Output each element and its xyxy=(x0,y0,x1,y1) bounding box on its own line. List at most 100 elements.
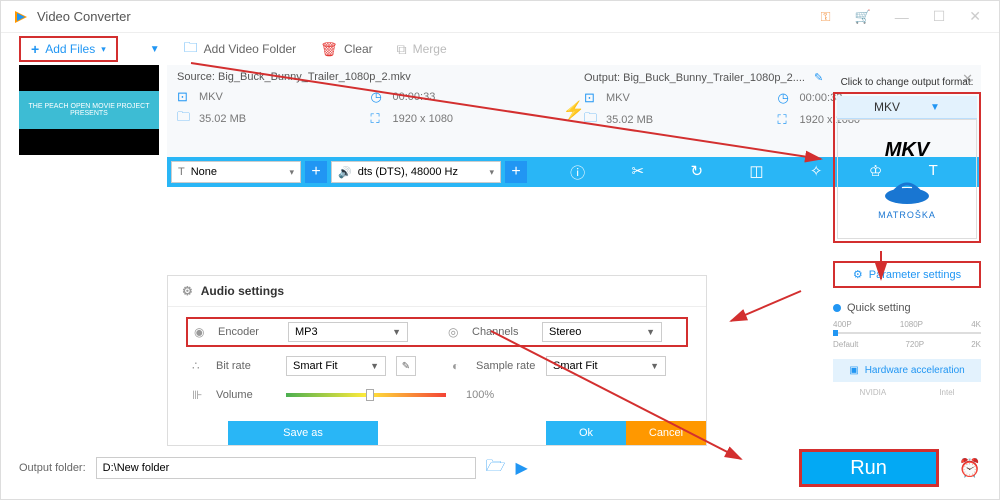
cancel-button[interactable]: Cancel xyxy=(626,421,706,445)
add-audio-button[interactable]: + xyxy=(505,161,527,183)
run-button[interactable]: Run xyxy=(799,449,939,487)
intel-badge: Intel xyxy=(939,388,954,397)
quick-ticks-top: 400P1080P4K xyxy=(833,320,981,329)
trash-icon: 🗑 xyxy=(320,41,338,58)
matroska-label: MATROŠKA xyxy=(878,210,936,220)
add-files-button[interactable]: + Add Files ▾ xyxy=(19,36,118,62)
volume-slider[interactable] xyxy=(286,393,446,397)
dropdown-arrow-icon[interactable]: ▼ xyxy=(150,44,160,55)
out-container: ⊡MKV xyxy=(584,90,778,106)
parameter-settings-button[interactable]: ⚙ Parameter settings xyxy=(833,261,981,288)
sliders-icon: ⚙ xyxy=(853,268,863,281)
subtitle-icon: T xyxy=(178,166,185,178)
add-subtitle-button[interactable]: + xyxy=(305,161,327,183)
src-size: 🗀35.02 MB xyxy=(177,108,371,130)
src-container: ⊡MKV xyxy=(177,89,371,105)
volume-icon: ⊪ xyxy=(192,388,206,402)
open-folder-icon[interactable]: ▶ xyxy=(516,458,528,478)
channels-label: Channels xyxy=(472,326,532,338)
audio-track-select[interactable]: 🔊 dts (DTS), 48000 Hz ▾ xyxy=(331,161,501,183)
audio-settings-title: Audio settings xyxy=(201,284,284,298)
edit-output-icon[interactable]: ✎ xyxy=(814,72,823,84)
samplerate-select[interactable]: Smart Fit▼ xyxy=(546,356,666,376)
format-dropdown[interactable]: MKV ▼ xyxy=(837,96,977,119)
volume-label: Volume xyxy=(216,389,276,401)
schedule-icon[interactable]: ⏰ xyxy=(959,458,981,479)
gpu-chips: NVIDIA Intel xyxy=(833,388,981,397)
source-line: Source: Big_Buck_Bunny_Trailer_1080p_2.m… xyxy=(177,71,564,83)
folder-size-icon: 🗀 xyxy=(584,109,600,131)
browse-folder-icon[interactable]: 🗁 xyxy=(486,455,506,482)
crop-tool-icon[interactable]: ◫ xyxy=(749,162,763,183)
audio-track-value: dts (DTS), 48000 Hz xyxy=(358,166,484,178)
cut-tool-icon[interactable]: ✂ xyxy=(632,162,645,183)
thumbnail-banner: THE PEACH OPEN MOVIE PROJECT PRESENTS xyxy=(19,91,159,129)
encoder-icon: ◉ xyxy=(194,325,208,339)
rotate-tool-icon[interactable]: ↻ xyxy=(690,162,703,183)
encoder-label: Encoder xyxy=(218,326,278,338)
effect-tool-icon[interactable]: ✧ xyxy=(810,162,823,183)
close-button[interactable]: ✕ xyxy=(963,6,987,27)
add-folder-button[interactable]: 🗀 Add Video Folder xyxy=(184,37,297,61)
key-icon[interactable]: ⚿ xyxy=(815,7,837,27)
speaker-icon: 🔊 xyxy=(338,166,352,179)
subtitle-value: None xyxy=(191,166,284,178)
clock-icon: ◷ xyxy=(778,90,794,106)
add-folder-label: Add Video Folder xyxy=(204,42,297,56)
output-folder-label: Output folder: xyxy=(19,462,86,474)
quality-slider[interactable] xyxy=(833,332,981,334)
bitrate-label: Bit rate xyxy=(216,360,276,372)
channels-select[interactable]: Stereo▼ xyxy=(542,322,662,342)
out-size: 🗀35.02 MB xyxy=(584,109,778,131)
title-bar: Video Converter ⚿ 🛒 — ☐ ✕ xyxy=(1,1,999,33)
volume-value: 100% xyxy=(466,389,494,401)
channels-icon: ◎ xyxy=(448,325,462,339)
clear-button[interactable]: 🗑 Clear xyxy=(320,41,372,58)
output-folder-input[interactable]: D:\New folder xyxy=(96,457,476,479)
bitrate-edit-button[interactable]: ✎ xyxy=(396,356,416,376)
minimize-button[interactable]: — xyxy=(889,7,915,27)
audio-settings-panel: ⚙ Audio settings ◉ Encoder MP3▼ ◎ Channe… xyxy=(167,275,707,446)
app-logo-icon xyxy=(13,9,29,25)
folder-icon: 🗀 xyxy=(184,37,198,61)
save-as-button[interactable]: Save as xyxy=(228,421,378,445)
mkv-text: MKV xyxy=(885,139,929,162)
info-tool-icon[interactable]: ⓘ xyxy=(570,162,585,183)
clear-label: Clear xyxy=(344,42,373,56)
merge-button[interactable]: ⧉ Merge xyxy=(397,41,447,58)
subtitle-select[interactable]: T None ▾ xyxy=(171,161,301,183)
clock-icon: ◷ xyxy=(371,89,387,105)
encoder-select[interactable]: MP3▼ xyxy=(288,322,408,342)
format-preview[interactable]: MKV MATROŠKA xyxy=(837,119,977,239)
chevron-down-icon: ▼ xyxy=(930,102,940,113)
output-format-panel: Click to change output format: MKV ▼ MKV… xyxy=(833,77,981,397)
hw-label: Hardware acceleration xyxy=(865,365,965,376)
ok-button[interactable]: Ok xyxy=(546,421,626,445)
quick-ticks-bottom: Default720P2K xyxy=(833,340,981,349)
bitrate-select[interactable]: Smart Fit▼ xyxy=(286,356,386,376)
main-toolbar: + Add Files ▾ ▼ 🗀 Add Video Folder 🗑 Cle… xyxy=(1,33,999,65)
footer-bar: Output folder: D:\New folder 🗁 ▶ Run ⏰ xyxy=(19,449,981,487)
app-title: Video Converter xyxy=(37,9,815,24)
resolution-icon: ⛶ xyxy=(778,112,794,128)
plus-icon: + xyxy=(31,41,39,57)
nvidia-badge: NVIDIA xyxy=(860,388,887,397)
quick-setting-title: Quick setting xyxy=(833,302,981,314)
merge-label: Merge xyxy=(413,42,447,56)
folder-size-icon: 🗀 xyxy=(177,108,193,130)
samplerate-icon: ◐ xyxy=(452,359,466,373)
merge-icon: ⧉ xyxy=(397,41,407,58)
bitrate-icon: ∴ xyxy=(192,359,206,373)
format-panel-title: Click to change output format: xyxy=(833,77,981,88)
hardware-accel-toggle[interactable]: ▣ Hardware acceleration xyxy=(833,359,981,382)
maximize-button[interactable]: ☐ xyxy=(927,6,952,27)
matroska-icon xyxy=(882,166,932,206)
resolution-icon: ⛶ xyxy=(371,111,387,127)
video-thumbnail[interactable]: THE PEACH OPEN MOVIE PROJECT PRESENTS xyxy=(19,65,159,155)
format-value: MKV xyxy=(874,100,900,114)
add-files-label: Add Files xyxy=(45,42,95,56)
samplerate-label: Sample rate xyxy=(476,360,536,372)
film-icon: ⊡ xyxy=(584,90,600,106)
bolt-icon: ⚡ xyxy=(563,101,585,122)
cart-icon[interactable]: 🛒 xyxy=(849,7,877,27)
